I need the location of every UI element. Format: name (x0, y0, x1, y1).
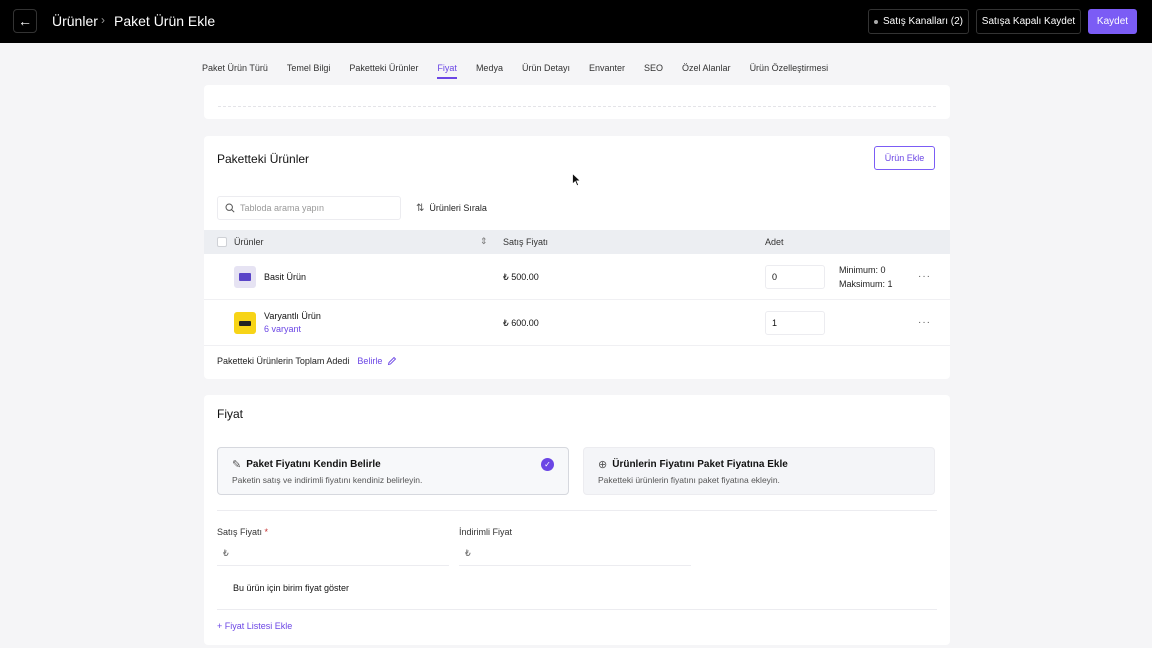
back-button[interactable]: ← (13, 9, 37, 33)
divider (218, 106, 936, 107)
previous-section-card (204, 85, 950, 119)
divider (217, 609, 937, 610)
manual-price-option[interactable]: ✎ Paket Fiyatını Kendin Belirle Paketin … (217, 447, 569, 495)
table-row: Varyantlı Ürün 6 varyant ₺ 600.00 ··· (204, 300, 950, 346)
currency-symbol: ₺ (465, 548, 471, 558)
total-quantity-line: Paketteki Ürünlerin Toplam Adedi Belirle (217, 356, 397, 366)
tab-bar: Paket Ürün Türü Temel Bilgi Paketteki Ür… (202, 63, 847, 79)
discount-price-input[interactable]: ₺ (459, 542, 691, 566)
min-max-info: Minimum: 0 Maksimum: 1 (839, 263, 893, 291)
product-price: ₺ 500.00 (503, 272, 539, 282)
tab-customization[interactable]: Ürün Özelleştirmesi (750, 63, 829, 79)
save-button[interactable]: Kaydet (1088, 9, 1137, 34)
mouse-cursor-icon (572, 173, 582, 187)
chevron-right-icon: › (101, 13, 105, 27)
arrow-left-icon: ← (18, 13, 32, 29)
sort-products-button[interactable]: ⇅ Ürünleri Sırala (408, 196, 495, 220)
product-image-icon (239, 320, 251, 326)
discount-price-label: İndirimli Fiyat (459, 527, 513, 537)
column-header-sale-price: Satış Fiyatı (503, 237, 549, 247)
check-circle-icon: ✓ (541, 458, 554, 471)
add-price-list-link[interactable]: + Fiyat Listesi Ekle (217, 621, 292, 631)
status-dot-icon (873, 19, 878, 24)
column-header-quantity: Adet (765, 237, 784, 247)
section-title: Fiyat (217, 407, 244, 421)
sale-price-input[interactable]: ₺ (217, 542, 449, 566)
quantity-input[interactable] (765, 265, 825, 289)
column-header-products: Ürünler (234, 237, 264, 247)
sales-channels-button[interactable]: Satış Kanalları (2) (868, 9, 969, 34)
page-title: Paket Ürün Ekle (114, 13, 216, 29)
tab-basic-info[interactable]: Temel Bilgi (287, 63, 331, 79)
pencil-icon: ✎ (232, 459, 242, 471)
option-description: Paketin satış ve indirimli fiyatını kend… (232, 475, 423, 485)
table-search (217, 196, 401, 220)
required-mark: * (264, 527, 269, 537)
table-row: Basit Ürün ₺ 500.00 Minimum: 0 Maksimum:… (204, 254, 950, 300)
sale-price-label: Satış Fiyatı * (217, 527, 268, 537)
product-name: Varyantlı Ürün (264, 311, 321, 321)
tab-bundle-products[interactable]: Paketteki Ürünler (349, 63, 418, 79)
breadcrumb-products[interactable]: Ürünler (52, 13, 98, 29)
tab-product-detail[interactable]: Ürün Detayı (522, 63, 570, 79)
product-thumbnail (234, 312, 256, 334)
sort-arrows-icon: ⇅ (416, 202, 425, 214)
top-bar: ← Ürünler › Paket Ürün Ekle Satış Kanall… (0, 0, 1152, 43)
add-product-prices-option[interactable]: ⊕ Ürünlerin Fiyatını Paket Fiyatına Ekle… (583, 447, 935, 495)
table-header: Ürünler ⇕ Satış Fiyatı Adet (204, 230, 950, 254)
more-actions-icon[interactable]: ··· (918, 271, 931, 282)
sort-products-label: Ürünleri Sırala (429, 203, 487, 213)
set-total-link[interactable]: Belirle (357, 356, 382, 366)
currency-symbol: ₺ (223, 548, 229, 558)
more-actions-icon[interactable]: ··· (918, 317, 931, 328)
search-input[interactable] (240, 203, 390, 213)
option-title: Ürünlerin Fiyatını Paket Fiyatına Ekle (612, 459, 788, 470)
save-closed-button[interactable]: Satışa Kapalı Kaydet (976, 9, 1081, 34)
section-title: Paketteki Ürünler (217, 152, 310, 166)
tab-bundle-type[interactable]: Paket Ürün Türü (202, 63, 268, 79)
price-card: Fiyat ✎ Paket Fiyatını Kendin Belirle Pa… (204, 395, 950, 645)
plus-circle-icon: ⊕ (598, 459, 608, 471)
unit-price-toggle[interactable]: Bu ürün için birim fiyat göster (233, 583, 349, 593)
option-title: Paket Fiyatını Kendin Belirle (246, 459, 381, 470)
product-thumbnail (234, 266, 256, 288)
tab-price[interactable]: Fiyat (437, 63, 457, 79)
tab-inventory[interactable]: Envanter (589, 63, 625, 79)
add-product-button[interactable]: Ürün Ekle (874, 146, 935, 170)
sales-channels-label: Satış Kanalları (2) (882, 16, 964, 27)
pencil-icon[interactable] (387, 356, 397, 366)
product-price: ₺ 600.00 (503, 318, 539, 328)
variant-count-link[interactable]: 6 varyant (264, 324, 301, 334)
maximum-label: Maksimum: 1 (839, 279, 893, 289)
select-all-checkbox[interactable] (217, 237, 227, 247)
product-image-icon (239, 273, 251, 281)
tab-custom-fields[interactable]: Özel Alanlar (682, 63, 731, 79)
minimum-label: Minimum: 0 (839, 265, 886, 275)
product-name: Basit Ürün (264, 272, 307, 282)
tab-media[interactable]: Medya (476, 63, 503, 79)
search-icon (225, 203, 235, 213)
option-description: Paketteki ürünlerin fiyatını paket fiyat… (598, 475, 780, 485)
quantity-input[interactable] (765, 311, 825, 335)
divider (217, 510, 937, 511)
sale-price-label-text: Satış Fiyatı (217, 527, 263, 537)
total-quantity-label: Paketteki Ürünlerin Toplam Adedi (217, 356, 350, 366)
tab-seo[interactable]: SEO (644, 63, 663, 79)
column-sort-icon[interactable]: ⇕ (480, 236, 488, 247)
